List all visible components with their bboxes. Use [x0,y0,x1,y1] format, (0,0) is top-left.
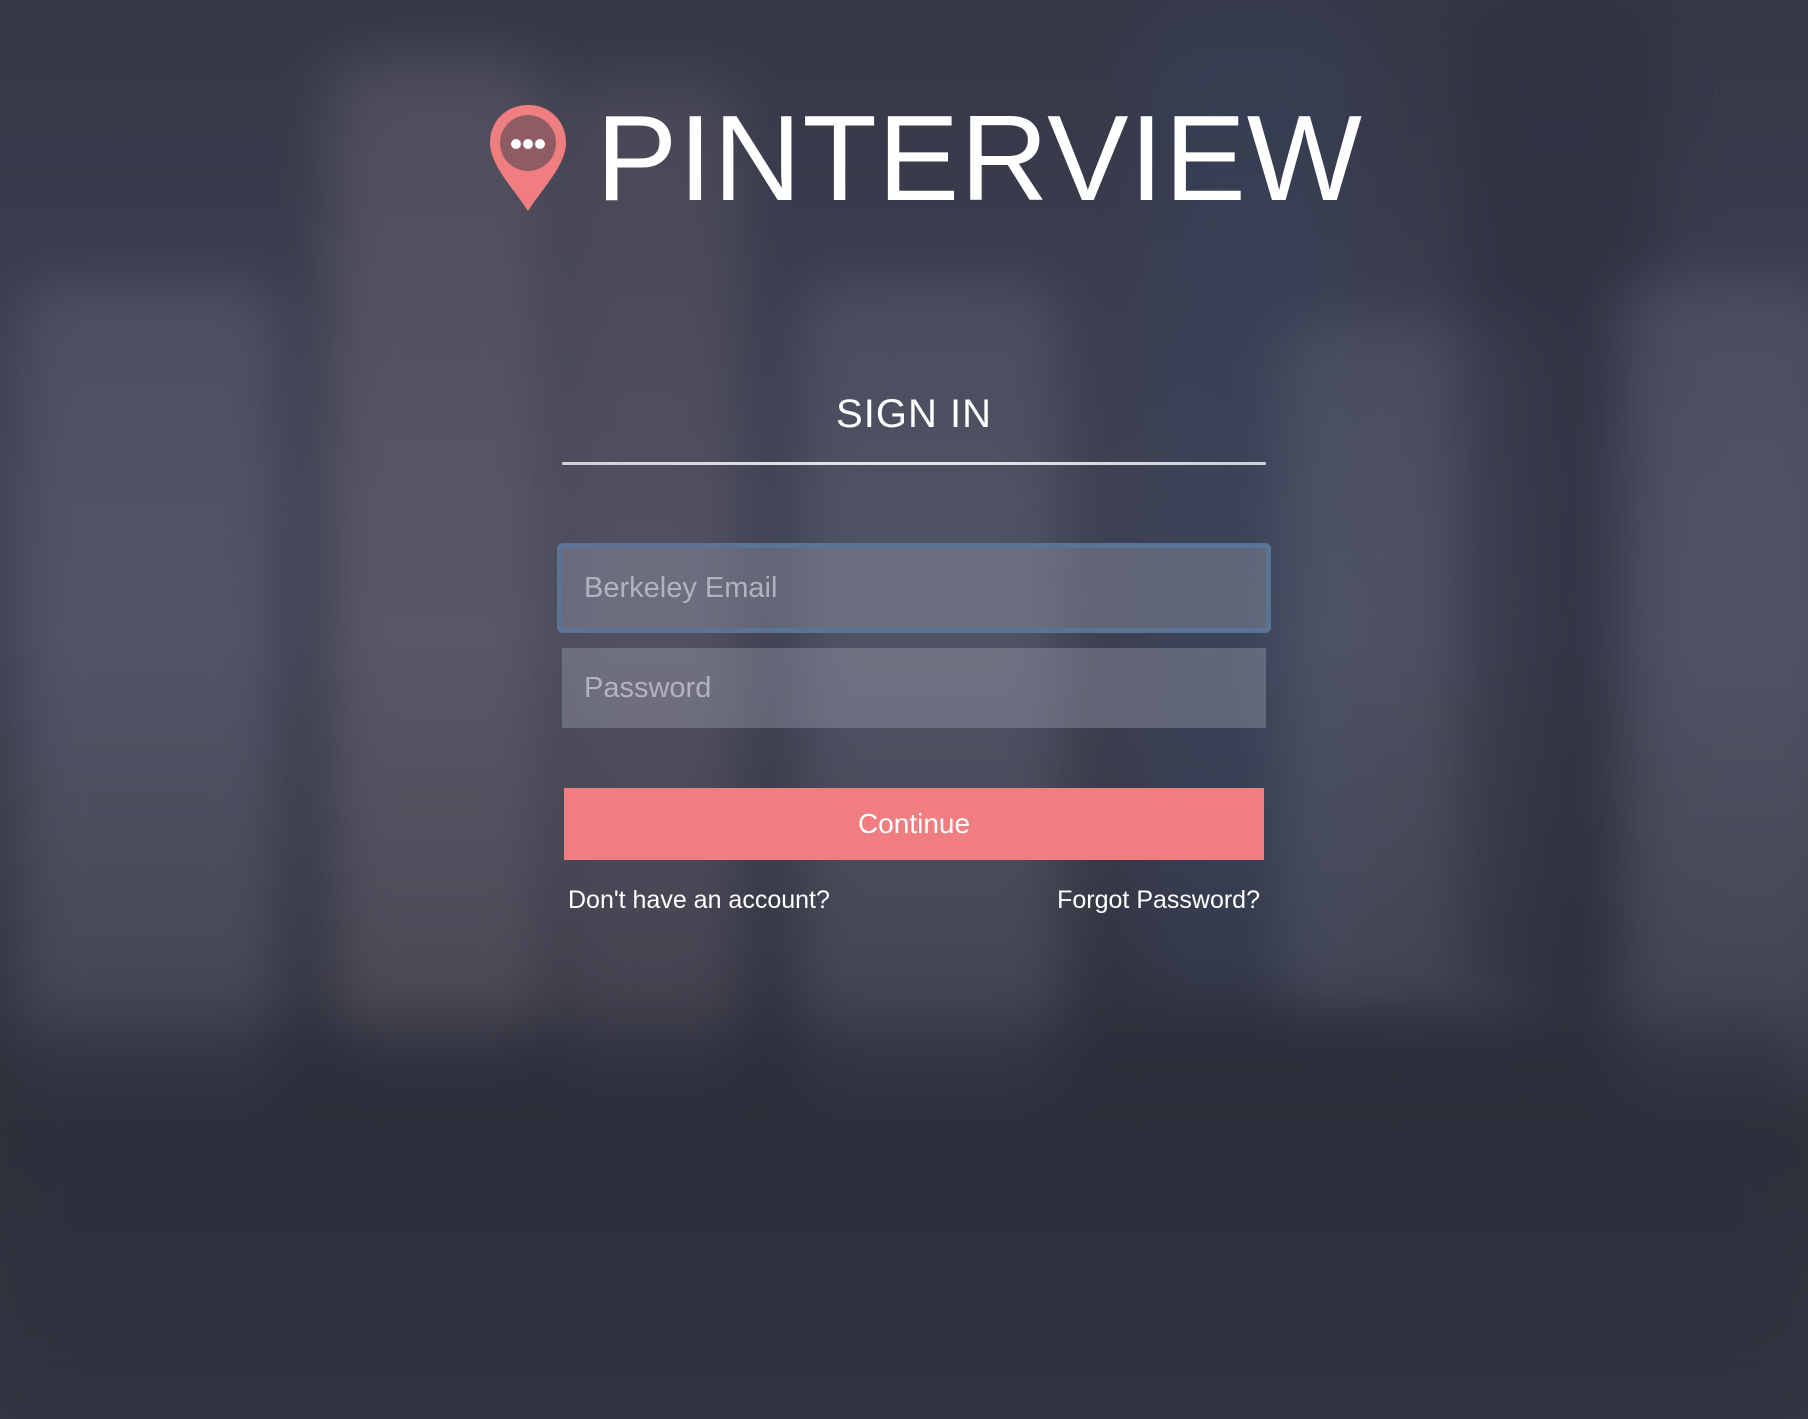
continue-button[interactable]: Continue [564,788,1264,860]
forgot-password-link[interactable]: Forgot Password? [1057,886,1260,915]
signup-link[interactable]: Don't have an account? [568,886,830,915]
auth-links: Don't have an account? Forgot Password? [562,886,1266,915]
brand-logo: PINTERVIEW [488,90,1363,226]
title-divider [562,462,1266,465]
password-field[interactable] [562,648,1266,728]
page-title: SIGN IN [836,392,992,436]
brand-name: PINTERVIEW [596,90,1363,226]
map-pin-chat-icon [490,105,566,211]
email-field[interactable] [557,543,1271,633]
signin-form: SIGN IN Continue Don't have an account? … [557,380,1271,915]
